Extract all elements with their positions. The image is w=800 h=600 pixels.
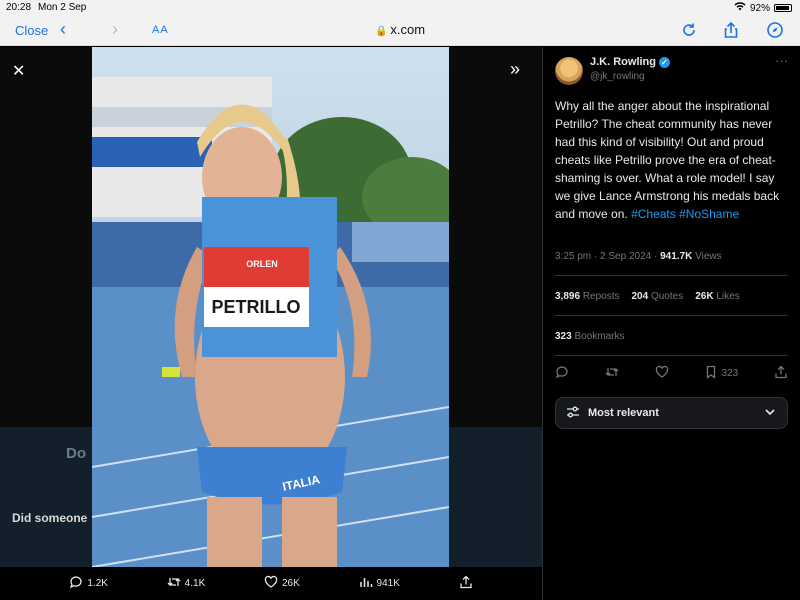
share-action[interactable] [459,575,473,592]
share-icon [459,575,473,592]
tweet-body: Why all the anger about the inspirationa… [555,99,780,221]
media-viewer: Do Did someone PETRILLO ORLEN ITALIA ✕ »… [0,47,542,600]
bookmark-icon [704,365,718,382]
compass-icon[interactable] [766,21,784,39]
lock-icon: 🔒 [374,26,388,37]
repost-count: 4.1K [184,578,206,589]
bar-chart-icon [359,575,373,592]
divider [555,355,788,356]
more-options-icon[interactable]: ··· [775,53,788,68]
quotes-stat[interactable]: 204 Quotes [632,291,684,302]
quotes-count: 204 [631,291,649,302]
reposts-count: 3,896 [555,291,581,302]
sliders-icon [566,405,580,422]
status-bar: 20:28 Mon 2 Sep 92% [0,0,800,16]
likes-label: Likes [716,291,740,302]
tweet-actions: 323 [555,365,788,382]
hashtag-cheats[interactable]: #Cheats [631,207,676,221]
browser-toolbar: Close ‹ › AA 🔒 x.com [0,16,800,46]
bookmarks-count: 323 [555,331,572,342]
author-name: J.K. Rowling [590,56,656,68]
repost-action[interactable]: 4.1K [167,575,206,592]
bookmarks-label: Bookmarks [574,331,625,342]
heart-icon[interactable] [655,365,669,382]
tweet-meta: 3:25 pm · 2 Sep 2024 · 941.7K Views [555,251,722,262]
heart-icon [264,575,278,592]
reload-icon[interactable] [680,21,698,39]
partial-background-headline: Do [66,445,86,462]
share-icon[interactable] [722,21,740,39]
divider [555,315,788,316]
url-text: x.com [390,22,426,37]
bookmark-action[interactable]: 323 [704,365,738,382]
likes-count: 26K [695,291,714,302]
divider [555,275,788,276]
views-count: 941K [376,578,400,589]
close-media-icon[interactable]: ✕ [12,61,25,81]
avatar[interactable] [555,57,583,85]
tweet-text: Why all the anger about the inspirationa… [555,97,793,223]
engagement-stats: 3,896 Reposts 204 Quotes 26K Likes [555,291,740,302]
status-right: 92% [734,2,792,14]
expand-chevrons-icon[interactable]: » [510,59,520,80]
status-time: 20:28 [6,2,32,13]
chevron-down-icon [763,405,777,422]
reply-icon[interactable] [555,365,569,382]
reply-count: 1.2K [87,578,108,589]
tweet-panel: J.K. Rowling ✓ @jk_rowling ··· Why all t… [542,47,800,600]
repost-icon[interactable] [605,365,619,382]
like-action[interactable]: 26K [264,575,300,592]
likes-stat[interactable]: 26K Likes [695,291,740,302]
battery-percent: 92% [749,2,770,14]
like-count: 26K [281,578,300,589]
sort-label: Most relevant [588,407,659,419]
athlete-photo[interactable]: PETRILLO ORLEN ITALIA [92,47,449,567]
bib-number-text: PETRILLO [212,297,301,317]
author-name-row[interactable]: J.K. Rowling ✓ [590,56,670,68]
sort-replies-dropdown[interactable]: Most relevant [555,397,788,429]
battery-icon [774,4,792,12]
author-handle[interactable]: @jk_rowling [590,71,645,82]
bookmarks-stat[interactable]: 323 Bookmarks [555,331,624,342]
bookmark-icon-count: 323 [721,368,739,379]
verified-badge-icon: ✓ [659,56,670,68]
repost-icon [167,575,181,592]
partial-background-text: Did someone [12,511,88,525]
views-total: 941.7K [660,251,693,262]
reply-icon [69,575,83,592]
status-date: Mon 2 Sep [38,2,87,13]
quotes-label: Quotes [650,291,684,302]
media-action-bar: 1.2K 4.1K 26K 941K [0,567,542,600]
share-icon[interactable] [774,365,788,382]
tweet-time[interactable]: 3:25 pm [555,251,591,262]
views-label: Views [695,251,722,262]
reposts-label: Reposts [582,291,620,302]
views-action[interactable]: 941K [359,575,400,592]
wifi-icon [734,2,746,14]
reposts-stat[interactable]: 3,896 Reposts [555,291,620,302]
battery-fill [776,6,789,10]
reply-action[interactable]: 1.2K [69,575,108,592]
bib-brand-text: ORLEN [246,259,278,269]
tweet-date[interactable]: 2 Sep 2024 [600,251,651,262]
hashtag-noshame[interactable]: #NoShame [679,207,739,221]
